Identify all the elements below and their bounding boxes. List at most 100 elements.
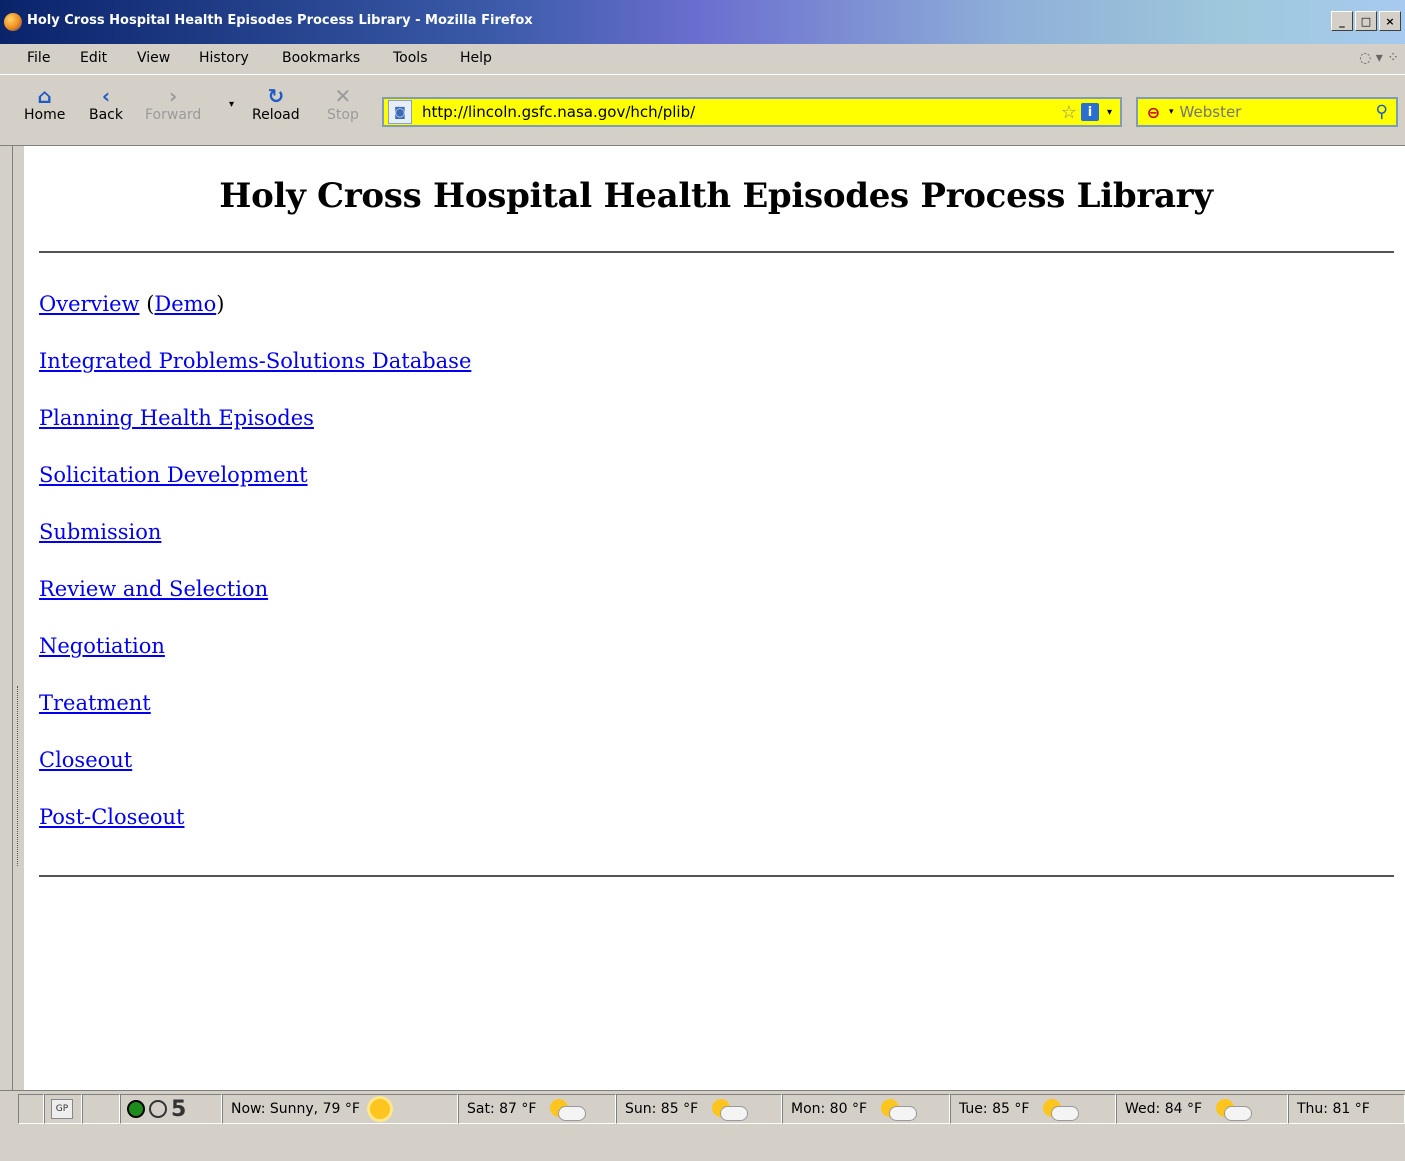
menu-help[interactable]: Help — [460, 50, 492, 66]
status-bar: GP 5 Now: Sunny, 79 °F Sat: 87 °F Sun: 8… — [0, 1090, 1405, 1161]
weather-now-label: Now: Sunny, 79 °F — [231, 1101, 360, 1117]
weather-day-label: Sun: 85 °F — [625, 1101, 699, 1117]
weather-day[interactable]: Sun: 85 °F — [616, 1094, 782, 1124]
demo-close-paren: ) — [216, 292, 225, 316]
sun-icon — [369, 1099, 390, 1119]
reload-label: Reload — [252, 107, 300, 123]
search-input[interactable] — [1177, 99, 1376, 125]
menu-file[interactable]: File — [27, 50, 50, 66]
reload-icon: ↻ — [267, 84, 285, 108]
submission-link[interactable]: Submission — [39, 520, 161, 544]
weather-day[interactable]: Wed: 84 °F — [1116, 1094, 1288, 1124]
weather-day[interactable]: Thu: 81 °F — [1288, 1094, 1405, 1124]
list-item: Closeout — [39, 746, 471, 803]
reload-button[interactable]: ↻ Reload — [252, 85, 300, 123]
throbber-icon: ◌ ▾ ⁘ — [1359, 50, 1399, 66]
partly-cloudy-icon — [1043, 1099, 1080, 1121]
page-content: Holy Cross Hospital Health Episodes Proc… — [24, 146, 1405, 1090]
weather-day-label: Wed: 84 °F — [1125, 1101, 1203, 1117]
splitter-handle[interactable] — [17, 686, 22, 866]
post-closeout-link[interactable]: Post-Closeout — [39, 805, 184, 829]
close-button[interactable]: × — [1379, 11, 1401, 31]
weather-day-label: Thu: 81 °F — [1297, 1101, 1370, 1117]
title-bar[interactable]: Holy Cross Hospital Health Episodes Proc… — [0, 0, 1405, 44]
info-icon[interactable]: i — [1080, 103, 1099, 121]
solicitation-link[interactable]: Solicitation Development — [39, 463, 308, 487]
search-engine-icon[interactable]: ⊖ — [1142, 102, 1165, 122]
back-label: Back — [89, 107, 123, 123]
search-bar: ⊖ ▾ ⚲ — [1136, 97, 1398, 127]
firefox-icon — [4, 13, 22, 31]
bottom-divider — [39, 875, 1394, 877]
history-dropdown-icon[interactable]: ▾ — [229, 99, 234, 110]
site-icon: ◙ — [388, 100, 412, 124]
top-divider — [39, 251, 1394, 253]
treatment-link[interactable]: Treatment — [39, 691, 151, 715]
closeout-link[interactable]: Closeout — [39, 748, 132, 772]
forward-button[interactable]: › Forward — [145, 85, 201, 123]
overview-link[interactable]: Overview — [39, 292, 140, 316]
demo-link[interactable]: Demo — [154, 292, 216, 316]
window-title: Holy Cross Hospital Health Episodes Proc… — [27, 13, 533, 28]
url-dropdown-icon[interactable]: ▾ — [1107, 107, 1112, 118]
partly-cloudy-icon — [881, 1099, 918, 1121]
page-heading: Holy Cross Hospital Health Episodes Proc… — [219, 176, 1213, 216]
stop-label: Stop — [327, 107, 359, 123]
link-list: Overview (Demo) Integrated Problems-Solu… — [39, 290, 471, 860]
maximize-button[interactable]: □ — [1355, 11, 1377, 31]
status-cell-blank — [18, 1094, 44, 1124]
count-badge: 5 — [171, 1096, 187, 1122]
clock-icon — [149, 1100, 167, 1118]
bookmark-star-icon[interactable]: ☆ — [1061, 102, 1077, 123]
weather-now[interactable]: Now: Sunny, 79 °F — [222, 1094, 458, 1124]
menu-bookmarks[interactable]: Bookmarks — [282, 50, 360, 66]
gp-cell[interactable]: GP — [44, 1094, 82, 1124]
weather-day[interactable]: Mon: 80 °F — [782, 1094, 950, 1124]
weather-day-label: Sat: 87 °F — [467, 1101, 537, 1117]
home-button[interactable]: ⌂ Home — [24, 85, 65, 123]
negotiation-link[interactable]: Negotiation — [39, 634, 165, 658]
partly-cloudy-icon — [1216, 1099, 1253, 1121]
review-selection-link[interactable]: Review and Selection — [39, 577, 268, 601]
forward-arrow-icon: › — [169, 84, 178, 108]
weather-day[interactable]: Sat: 87 °F — [458, 1094, 616, 1124]
menu-bar: File Edit View History Bookmarks Tools H… — [0, 44, 1405, 74]
window-controls: _ □ × — [1331, 11, 1401, 31]
list-item: Solicitation Development — [39, 461, 471, 518]
search-go-icon[interactable]: ⚲ — [1376, 102, 1388, 122]
list-item: Overview (Demo) — [39, 290, 471, 347]
weather-day-label: Tue: 85 °F — [959, 1101, 1030, 1117]
menu-edit[interactable]: Edit — [80, 50, 107, 66]
minimize-button[interactable]: _ — [1331, 11, 1353, 31]
weather-day[interactable]: Tue: 85 °F — [950, 1094, 1116, 1124]
status-cell-blank — [82, 1094, 120, 1124]
engine-dropdown-icon[interactable]: ▾ — [1169, 107, 1174, 117]
partly-cloudy-icon — [550, 1099, 587, 1121]
url-text[interactable]: http://lincoln.gsfc.nasa.gov/hch/plib/ — [422, 103, 1061, 121]
navigation-toolbar: ⌂ Home ‹ Back › Forward ▾ ↻ Reload ✕ Sto… — [0, 74, 1405, 146]
weather-day-label: Mon: 80 °F — [791, 1101, 868, 1117]
forward-label: Forward — [145, 107, 202, 123]
menu-view[interactable]: View — [137, 50, 170, 66]
address-bar[interactable]: ◙ http://lincoln.gsfc.nasa.gov/hch/plib/… — [382, 97, 1122, 127]
sidebar-grip — [12, 146, 13, 1090]
status-ok-icon — [127, 1100, 145, 1118]
list-item: Review and Selection — [39, 575, 471, 632]
list-item: Negotiation — [39, 632, 471, 689]
home-label: Home — [24, 107, 66, 123]
partly-cloudy-icon — [712, 1099, 749, 1121]
planning-link[interactable]: Planning Health Episodes — [39, 406, 314, 430]
back-button[interactable]: ‹ Back — [89, 85, 123, 123]
problems-solutions-link[interactable]: Integrated Problems-Solutions Database — [39, 349, 471, 373]
list-item: Submission — [39, 518, 471, 575]
gp-icon: GP — [51, 1099, 73, 1119]
stop-icon: ✕ — [334, 84, 352, 108]
list-item: Post-Closeout — [39, 803, 471, 860]
addon-cell[interactable]: 5 — [120, 1094, 222, 1124]
sidebar-splitter[interactable] — [0, 146, 24, 1090]
back-arrow-icon: ‹ — [101, 84, 111, 108]
menu-tools[interactable]: Tools — [393, 50, 428, 66]
list-item: Treatment — [39, 689, 471, 746]
stop-button[interactable]: ✕ Stop — [327, 85, 359, 123]
menu-history[interactable]: History — [199, 50, 249, 66]
